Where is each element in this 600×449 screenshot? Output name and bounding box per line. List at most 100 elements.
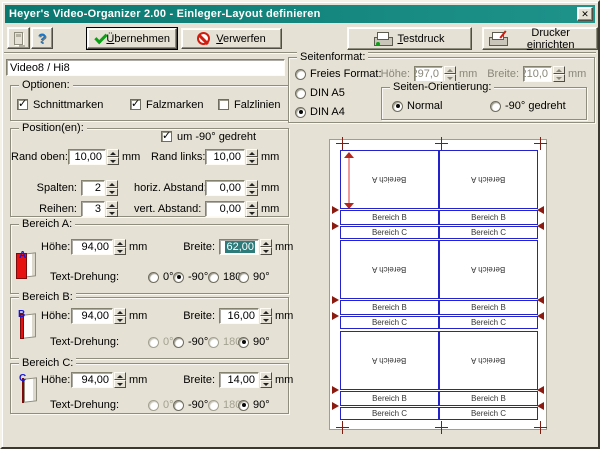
- vert-abstand-spinner[interactable]: [246, 201, 258, 217]
- hoehe-label: Höhe:: [41, 310, 71, 322]
- format-name-input[interactable]: [6, 59, 285, 76]
- spalten-field[interactable]: 2: [81, 180, 105, 196]
- bereich-b-hoehe-field[interactable]: 94,00: [71, 308, 113, 324]
- apply-button[interactable]: Übernehmen: [87, 28, 177, 49]
- preview-band-b: Bereich B: [340, 300, 439, 315]
- bereich-b-degm90-radio[interactable]: -90°: [173, 336, 208, 348]
- preview-band-b: Bereich B: [340, 210, 439, 225]
- schnittmarken-checkbox[interactable]: Schnittmarken: [17, 98, 103, 111]
- preview-band-c: Bereich C: [439, 316, 538, 329]
- bereich-a-legend: Bereich A:: [19, 218, 75, 230]
- rotated-label: um -90° gedreht: [177, 131, 256, 143]
- close-button[interactable]: ✕: [577, 7, 593, 21]
- radio-icon: [238, 337, 249, 348]
- fold-mark: [537, 402, 544, 410]
- printer-setup-button[interactable]: Drucker einrichten: [482, 27, 598, 50]
- din-a4-radio[interactable]: DIN A4: [295, 106, 345, 118]
- spalten-row: Spalten: 2: [25, 180, 118, 196]
- fold-mark: [332, 402, 339, 410]
- horiz-abstand-spinner[interactable]: [246, 180, 258, 196]
- vert-abstand-field[interactable]: 0,00: [205, 201, 245, 217]
- normal-radio[interactable]: Normal: [392, 100, 442, 112]
- red-pen-icon: [500, 30, 507, 38]
- radio-icon: [238, 272, 249, 283]
- bereich-c-breite-spinner[interactable]: [260, 372, 272, 388]
- radio-icon: [148, 400, 159, 411]
- fold-mark: [537, 206, 544, 214]
- bereich-a-breite-field[interactable]: 62,00: [219, 239, 259, 255]
- horiz-abstand-field[interactable]: 0,00: [205, 180, 245, 196]
- hoehe-label: Höhe:: [41, 241, 71, 253]
- reihen-row: Reihen: 3: [25, 201, 118, 217]
- checkbox-check-icon: [17, 99, 28, 110]
- bereich-a-hoehe-field[interactable]: 94,00: [71, 239, 113, 255]
- fold-mark: [537, 222, 544, 230]
- rand-oben-spinner[interactable]: [107, 149, 119, 165]
- mm-unit: mm: [258, 203, 279, 215]
- bereich-a-deg90-radio[interactable]: 90°: [238, 271, 270, 283]
- bereich-c-breite-row: Breite: 14,00 mm: [183, 372, 293, 388]
- breite-label: Breite:: [183, 374, 219, 386]
- bereich-c-breite-field[interactable]: 14,00: [219, 372, 259, 388]
- fold-mark: [332, 296, 339, 304]
- rand-links-field[interactable]: 10,00: [205, 149, 245, 165]
- falzmarken-checkbox[interactable]: Falzmarken: [130, 98, 203, 111]
- mm-unit: mm: [272, 374, 293, 386]
- rand-links-spinner[interactable]: [246, 149, 258, 165]
- preview-column-1: Bereich ABereich BBereich C Bereich ABer…: [340, 150, 439, 421]
- bereich-b-hoehe-spinner[interactable]: [114, 308, 126, 324]
- cut-mark: [534, 421, 547, 434]
- discard-button[interactable]: Verwerfen: [181, 28, 282, 49]
- bereich-a-hoehe-spinner[interactable]: [114, 239, 126, 255]
- measure-arrow: [344, 152, 353, 209]
- falzlinien-label: Falzlinien: [234, 99, 280, 111]
- bereich-c-hoehe-spinner[interactable]: [114, 372, 126, 388]
- bereich-b-breite-row: Breite: 16,00 mm: [183, 308, 293, 324]
- bereich-c-groupbox: Bereich C: C Höhe: 94,00 mm Breite: 14,0…: [10, 363, 289, 414]
- preview-band-a: Bereich A: [439, 240, 538, 299]
- title-bar[interactable]: Heyer's Video-Organizer 2.00 - Einleger-…: [5, 5, 595, 23]
- bereich-a-breite-spinner[interactable]: [260, 239, 272, 255]
- falzlinien-checkbox[interactable]: Falzlinien: [218, 98, 280, 111]
- bereich-b-breite-field[interactable]: 16,00: [219, 308, 259, 324]
- preview-column-2: Bereich ABereich BBereich C Bereich ABer…: [439, 150, 538, 421]
- radio-icon: [208, 337, 219, 348]
- bereich-c-hoehe-field[interactable]: 94,00: [71, 372, 113, 388]
- help-button[interactable]: ?: [31, 27, 53, 49]
- reihen-spinner[interactable]: [106, 201, 118, 217]
- discard-button-label: Verwerfen: [216, 33, 266, 45]
- preview-band-b: Bereich B: [439, 210, 538, 225]
- radio-icon: [490, 101, 501, 112]
- testprint-button[interactable]: Testdruck: [347, 27, 472, 50]
- fold-mark: [332, 386, 339, 394]
- bereich-c-legend: Bereich C:: [19, 357, 76, 369]
- bereich-b-deg90-radio[interactable]: 90°: [238, 336, 270, 348]
- book-a-icon: A: [13, 250, 39, 280]
- bereich-b-deg0-radio: 0°: [148, 336, 174, 348]
- mm-unit: mm: [272, 310, 293, 322]
- bereich-c-drehung-label: Text-Drehung:: [50, 399, 119, 411]
- apply-button-label: Übernehmen: [106, 33, 170, 45]
- mm-unit: mm: [272, 241, 293, 253]
- printer-setup-button-label: Drucker einrichten: [510, 27, 591, 51]
- spalten-spinner[interactable]: [106, 180, 118, 196]
- schnittmarken-label: Schnittmarken: [33, 99, 103, 111]
- radio-icon: [148, 272, 159, 283]
- preview-window-button[interactable]: [7, 27, 30, 49]
- bereich-c-degm90-radio[interactable]: -90°: [173, 399, 208, 411]
- bereich-c-deg90-radio[interactable]: 90°: [238, 399, 270, 411]
- rotated-checkbox[interactable]: um -90° gedreht: [158, 130, 259, 143]
- gedreht-radio[interactable]: -90° gedreht: [490, 100, 566, 112]
- rand-oben-field[interactable]: 10,00: [68, 149, 106, 165]
- bereich-a-degm90-radio[interactable]: -90°: [173, 271, 208, 283]
- bereich-a-deg0-radio[interactable]: 0°: [148, 271, 174, 283]
- positions-groupbox: Position(en): um -90° gedreht Rand oben:…: [10, 128, 289, 217]
- dialog-window: Heyer's Video-Organizer 2.00 - Einleger-…: [0, 0, 600, 449]
- preview-content: Bereich ABereich BBereich C Bereich ABer…: [340, 150, 538, 421]
- seiten-hoehe-label: Höhe:: [311, 68, 414, 80]
- bereich-b-drehung-label: Text-Drehung:: [50, 336, 119, 348]
- bereich-b-breite-spinner[interactable]: [260, 308, 272, 324]
- din-a5-radio[interactable]: DIN A5: [295, 87, 345, 99]
- reihen-field[interactable]: 3: [81, 201, 105, 217]
- bereich-a-groupbox: Bereich A: A Höhe: 94,00 mm Breite: 62,0…: [10, 224, 289, 294]
